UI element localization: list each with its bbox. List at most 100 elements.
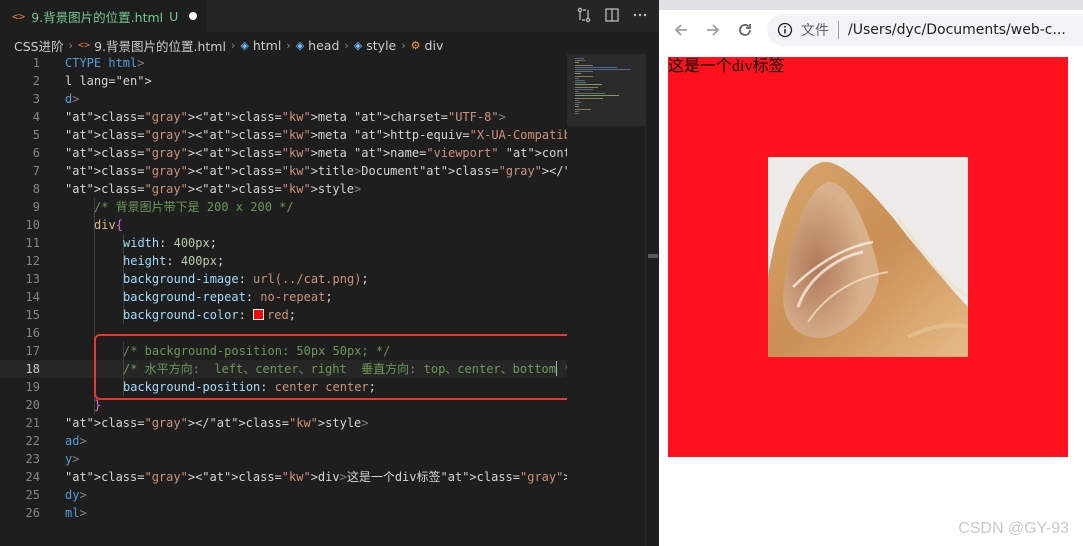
minimap-line — [575, 106, 579, 108]
more-actions-icon[interactable] — [631, 6, 649, 24]
info-circle-icon[interactable] — [777, 22, 793, 38]
breadcrumb-item-file[interactable]: 9.背景图片的位置.html — [94, 36, 226, 55]
editor-tab[interactable]: <> 9.背景图片的位置.html U — [0, 0, 207, 32]
line-number: 10 — [25, 218, 40, 232]
minimap-line — [575, 88, 593, 90]
breadcrumb-item-head[interactable]: head — [308, 38, 339, 53]
vertical-scrollbar[interactable] — [645, 54, 659, 546]
code-line[interactable]: 1 CTYPE html> — [0, 54, 567, 72]
code-text: div{ — [94, 218, 123, 232]
minimap-line — [575, 62, 579, 64]
line-number: 16 — [25, 326, 40, 340]
code-line[interactable]: 23 y> — [0, 450, 567, 468]
minimap-line — [575, 99, 579, 101]
code-text: l lang="en"> — [65, 74, 152, 88]
browser-toolbar: 文件 /Users/dyc/Documents/web-c... — [659, 10, 1083, 50]
cat-background-image — [768, 157, 968, 357]
code-line[interactable]: 25 dy> — [0, 486, 567, 504]
line-number: 25 — [25, 488, 40, 502]
line-number: 19 — [25, 380, 40, 394]
code-text: /* 背景图片带下是 200 x 200 */ — [94, 200, 294, 214]
code-line[interactable]: 7 "at">class="gray"><"at">class="kw">titl… — [0, 162, 659, 180]
code-text: width: 400px; — [123, 236, 217, 250]
code-line[interactable]: 5 "at">class="gray"><"at">class="kw">meta… — [0, 126, 659, 144]
tab-filename: 9.背景图片的位置.html — [31, 9, 164, 25]
code-line[interactable]: 15 background-color: red; — [0, 306, 567, 324]
code-line[interactable]: 10 div{ — [0, 216, 567, 234]
element-cube-icon: ◈ — [295, 38, 305, 52]
line-number: 4 — [32, 110, 40, 124]
minimap-line — [575, 84, 603, 86]
code-line[interactable]: 2 l lang="en"> — [0, 72, 567, 90]
minimap-line — [575, 104, 579, 106]
breadcrumb-item-folder[interactable]: CSS进阶 — [14, 36, 64, 55]
code-line[interactable]: 8 "at">class="gray"><"at">class="kw">styl… — [0, 180, 567, 198]
line-number: 24 — [25, 470, 40, 484]
minimap-line — [575, 113, 579, 114]
code-text: ml> — [65, 506, 87, 520]
css-rule-icon: ⚙ — [410, 38, 421, 52]
code-editor[interactable]: <> 9.背景图片的位置.html U CSS进阶 › <> 9.背景图片的位置… — [0, 0, 659, 546]
indent-guide — [94, 252, 95, 270]
line-number: 23 — [25, 452, 40, 466]
chevron-right-icon: › — [68, 38, 74, 52]
code-line[interactable]: 22 ad> — [0, 432, 567, 450]
scrollbar-thumb[interactable] — [648, 254, 658, 258]
line-number: 21 — [25, 416, 40, 430]
forward-arrow-icon[interactable] — [703, 20, 723, 40]
minimap-line — [575, 80, 586, 81]
code-text: dy> — [65, 488, 87, 502]
code-line[interactable]: 9 /* 背景图片带下是 200 x 200 */ — [0, 198, 567, 216]
line-number: 12 — [25, 254, 40, 268]
breadcrumb-item-html[interactable]: html — [253, 38, 281, 53]
code-text: background-repeat: no-repeat; — [123, 290, 333, 304]
minimap[interactable] — [567, 54, 645, 546]
source-control-compare-icon[interactable] — [575, 6, 593, 24]
line-number: 15 — [25, 308, 40, 322]
line-number: 9 — [32, 200, 40, 214]
url-scheme-label: 文件 — [801, 23, 829, 39]
minimap-line — [575, 93, 605, 95]
breadcrumb-item-div[interactable]: div — [425, 38, 444, 53]
element-cube-icon: ◈ — [353, 38, 363, 52]
minimap-line — [575, 82, 587, 84]
code-text: "at">class="gray"><"at">class="kw">style… — [65, 182, 362, 196]
reload-icon[interactable] — [735, 20, 755, 40]
code-line[interactable]: 3 d> — [0, 90, 567, 108]
code-line[interactable]: 26 ml> — [0, 504, 567, 522]
untracked-status-badge: U — [169, 8, 179, 24]
minimap-line — [575, 77, 579, 79]
code-line[interactable]: 6 "at">class="gray"><"at">class="kw">meta… — [0, 144, 659, 162]
minimap-line — [575, 71, 594, 73]
code-line[interactable]: 4 "at">class="gray"><"at">class="kw">meta… — [0, 108, 567, 126]
code-text: y> — [65, 452, 80, 466]
minimap-line — [575, 102, 582, 103]
code-line[interactable]: 21 "at">class="gray"></"at">class="kw">st… — [0, 414, 567, 432]
back-arrow-icon[interactable] — [671, 20, 691, 40]
minimap-line — [575, 60, 585, 62]
code-line[interactable]: 24 "at">class="gray"><"at">class="kw">div… — [0, 468, 659, 486]
line-number: 7 — [32, 164, 40, 178]
line-number: 14 — [25, 290, 40, 304]
address-bar[interactable]: 文件 /Users/dyc/Documents/web-c... — [767, 14, 1083, 46]
minimap-line — [575, 58, 584, 59]
minimap-line — [575, 75, 594, 77]
code-line[interactable]: 13 background-image: url(../cat.png); — [0, 270, 567, 288]
line-number: 13 — [25, 272, 40, 286]
code-lines[interactable]: 1 CTYPE html> 2 l lang="en"> 3 d> 4 "at">class=… — [0, 54, 659, 522]
code-line[interactable]: 12 height: 400px; — [0, 252, 567, 270]
line-number: 8 — [32, 182, 40, 196]
unsaved-dot-icon[interactable] — [189, 12, 198, 20]
code-text: ad> — [65, 434, 87, 448]
minimap-line — [575, 97, 603, 99]
code-line[interactable]: 11 width: 400px; — [0, 234, 567, 252]
split-editor-icon[interactable] — [603, 6, 621, 24]
breadcrumb: CSS进阶 › <> 9.背景图片的位置.html › ◈ html › ◈ h… — [0, 34, 659, 56]
indent-guide — [94, 234, 95, 252]
line-number: 6 — [32, 146, 40, 160]
code-line[interactable]: 14 background-repeat: no-repeat; — [0, 288, 567, 306]
minimap-line — [575, 64, 593, 66]
chevron-right-icon: › — [286, 38, 291, 52]
breadcrumb-item-style[interactable]: style — [366, 38, 396, 53]
url-text[interactable]: /Users/dyc/Documents/web-c... — [848, 22, 1066, 38]
